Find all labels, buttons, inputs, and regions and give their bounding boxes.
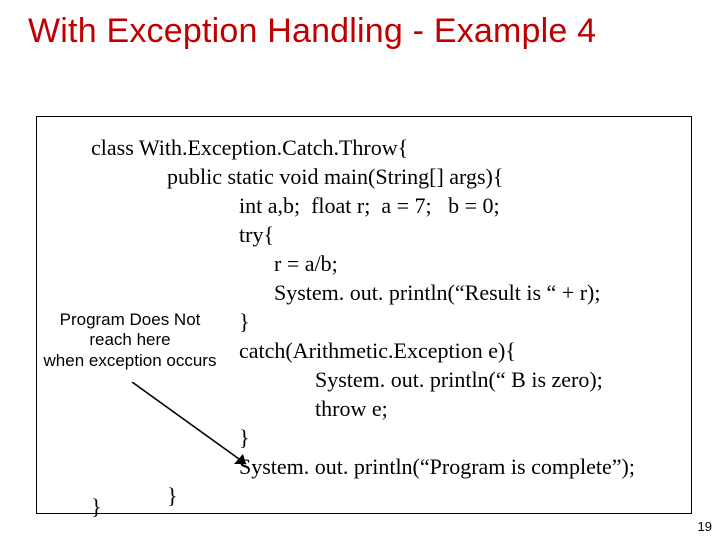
code-line: public static void main(String[] args){ xyxy=(167,162,503,191)
code-line: System. out. println(“Result is “ + r); xyxy=(274,278,601,307)
code-line: } xyxy=(91,492,102,521)
annotation-line: Program Does Not xyxy=(60,310,201,329)
annotation-note: Program Does Not reach here when excepti… xyxy=(40,310,220,371)
code-line: class With.Exception.Catch.Throw{ xyxy=(91,133,408,162)
code-line: catch(Arithmetic.Exception e){ xyxy=(239,336,516,365)
arrow-icon xyxy=(96,382,264,474)
code-line: r = a/b; xyxy=(274,249,338,278)
code-line: try{ xyxy=(239,220,274,249)
slide: With Exception Handling - Example 4 clas… xyxy=(0,0,720,540)
code-line: int a,b; float r; a = 7; b = 0; xyxy=(239,191,500,220)
annotation-line: reach here xyxy=(89,330,170,349)
code-line: } xyxy=(167,481,178,510)
slide-title: With Exception Handling - Example 4 xyxy=(0,0,720,65)
code-line: System. out. println(“ B is zero); xyxy=(315,365,603,394)
code-line: throw e; xyxy=(315,394,388,423)
code-line: System. out. println(“Program is complet… xyxy=(239,452,635,481)
page-number: 19 xyxy=(698,519,712,534)
annotation-line: when exception occurs xyxy=(44,351,217,370)
code-line: } xyxy=(239,307,250,336)
